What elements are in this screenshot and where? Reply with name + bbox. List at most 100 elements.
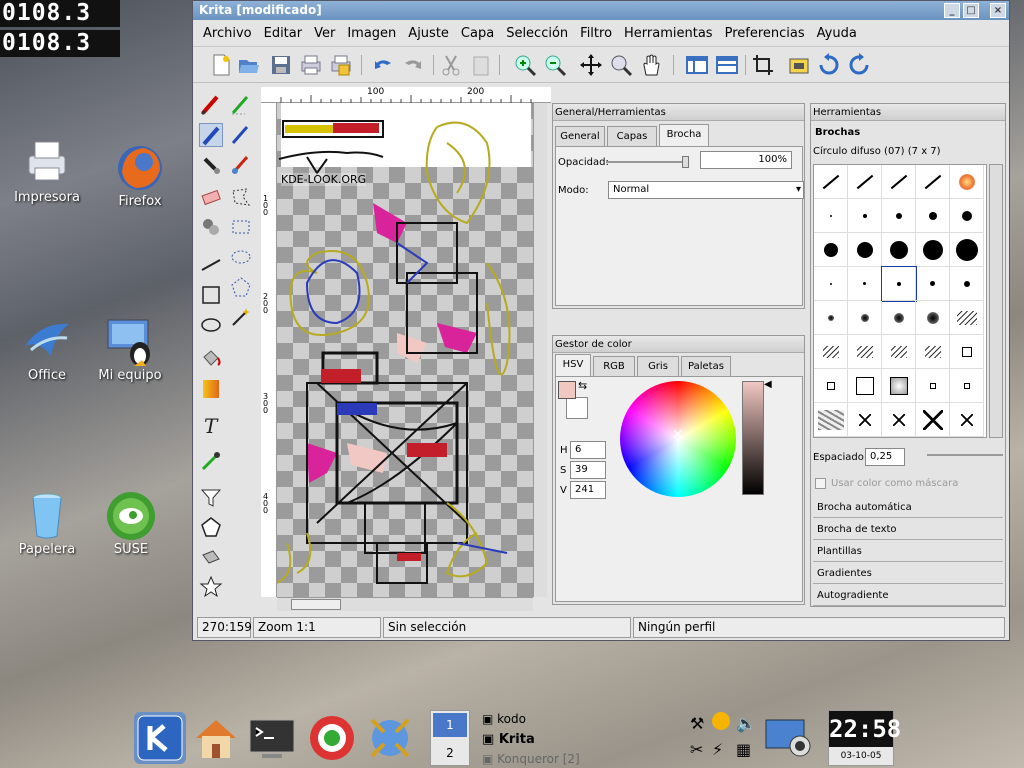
brush-cell[interactable] [848, 165, 882, 199]
tab-hsv[interactable]: HSV [555, 354, 591, 376]
volume-icon[interactable]: 🔈 [736, 714, 756, 733]
brush-cell[interactable] [950, 335, 984, 369]
screenshot-icon[interactable] [762, 712, 814, 764]
accordion-plantillas[interactable]: Plantillas [813, 542, 1003, 562]
color-picker-icon[interactable] [199, 449, 223, 473]
pager-desktop-1[interactable]: 1 [433, 713, 467, 737]
zoom-in-icon[interactable] [513, 53, 537, 77]
gradient-icon[interactable] [199, 377, 223, 401]
accordion-brocha-automatica[interactable]: Brocha automática [813, 498, 1003, 518]
menu-ver[interactable]: Ver [308, 26, 341, 41]
rect-select-icon[interactable] [229, 215, 253, 239]
kde-menu-icon[interactable] [134, 712, 186, 764]
brush-cell[interactable] [848, 369, 882, 403]
brush-cell[interactable] [882, 369, 916, 403]
save-icon[interactable] [269, 53, 293, 77]
brush-cell[interactable] [814, 301, 848, 335]
layout-horizontal-icon[interactable] [715, 53, 739, 77]
brush-cell[interactable] [848, 301, 882, 335]
text-tool-icon[interactable]: T [199, 413, 223, 438]
brush-cell[interactable] [882, 335, 916, 369]
move-icon[interactable] [579, 53, 603, 77]
polygon-select-2-icon[interactable] [229, 275, 253, 299]
rotate-ccw-icon[interactable] [817, 53, 841, 77]
brush-cell[interactable] [916, 335, 950, 369]
s-input[interactable]: 39 [570, 461, 606, 479]
opacity-slider[interactable] [606, 156, 689, 168]
ellipse-select-icon[interactable] [229, 245, 253, 269]
tray-monitor-icon[interactable]: ▦ [736, 740, 751, 759]
desktop-icon-computer[interactable]: Mi equipo [90, 316, 170, 383]
brush-cell[interactable] [882, 301, 916, 335]
taskbar-clock[interactable]: 22:58 03-10-05 [828, 710, 901, 766]
tray-klipper-icon[interactable]: ✂ [690, 740, 703, 759]
use-color-mask-checkbox[interactable] [815, 478, 826, 489]
brush-cell[interactable] [950, 233, 984, 267]
brush-cell[interactable] [882, 233, 916, 267]
menu-ayuda[interactable]: Ayuda [811, 26, 863, 41]
star-icon[interactable] [199, 575, 223, 599]
desktop-icon-office[interactable]: Office [7, 316, 87, 383]
brush-cell[interactable] [814, 369, 848, 403]
fill-bucket-icon[interactable] [199, 347, 223, 371]
brush-cell[interactable] [814, 267, 848, 301]
brush-cell[interactable] [814, 403, 848, 437]
image-properties-icon[interactable] [787, 53, 811, 77]
brush-cell[interactable] [848, 335, 882, 369]
brush-cell[interactable] [814, 165, 848, 199]
pen-blue-icon[interactable] [229, 123, 253, 147]
opacity-slider-thumb[interactable] [682, 156, 689, 168]
brush-cell[interactable] [881, 266, 917, 302]
h-input[interactable]: 6 [570, 441, 606, 459]
brush-cell[interactable] [950, 369, 984, 403]
close-button[interactable]: × [990, 3, 1006, 18]
spacing-slider[interactable] [927, 454, 1003, 456]
brush-cell[interactable] [950, 403, 984, 437]
brush-cell[interactable] [814, 233, 848, 267]
brush-grid[interactable] [813, 164, 987, 438]
canvas-view[interactable]: 100 200 1 0 0 2 0 0 3 0 0 4 0 0 KDE-LOOK… [261, 87, 551, 617]
accordion-gradientes[interactable]: Gradientes [813, 564, 1003, 584]
opacity-input[interactable]: 100% [700, 151, 792, 169]
vertical-scrollbar[interactable] [533, 103, 547, 597]
terminal-icon[interactable] [246, 712, 298, 764]
drawing-canvas[interactable]: KDE-LOOK.ORG [277, 103, 533, 597]
foreground-color-swatch[interactable] [558, 381, 576, 399]
home-icon[interactable] [190, 712, 242, 764]
crop-icon[interactable] [751, 53, 775, 77]
brush-cell[interactable] [882, 165, 916, 199]
brush-cell[interactable] [814, 335, 848, 369]
line-icon[interactable] [199, 253, 223, 277]
tab-capas[interactable]: Capas [607, 126, 657, 146]
brush-cell[interactable] [882, 403, 916, 437]
pen-green-icon[interactable] [229, 93, 253, 117]
magic-wand-icon[interactable] [229, 305, 253, 329]
print-icon[interactable] [299, 53, 323, 77]
brush-grid-scrollbar[interactable] [989, 164, 1003, 438]
tab-brocha[interactable]: Brocha [659, 124, 709, 146]
menu-seleccion[interactable]: Selección [500, 26, 574, 41]
accordion-brocha-texto[interactable]: Brocha de texto [813, 520, 1003, 540]
polygon-select-icon[interactable] [229, 185, 253, 209]
swap-colors-icon[interactable]: ⇆ [578, 379, 587, 392]
brush-cell[interactable] [916, 301, 950, 335]
cut-icon[interactable] [439, 53, 463, 77]
brush-cell[interactable] [916, 403, 950, 437]
brush-cell[interactable] [848, 233, 882, 267]
brush-cell[interactable] [950, 199, 984, 233]
brush-cell[interactable] [950, 267, 984, 301]
zoom-tool-icon[interactable] [609, 53, 633, 77]
task-item-active[interactable]: ▣ Krita [482, 732, 535, 750]
brush-cell[interactable] [916, 233, 950, 267]
rectangle-icon[interactable] [199, 283, 223, 307]
brush-cell[interactable] [848, 403, 882, 437]
mode-select[interactable]: Normal ▾ [608, 181, 804, 199]
tab-general[interactable]: General [555, 126, 605, 146]
new-file-icon[interactable] [209, 53, 233, 77]
eraser-icon[interactable] [199, 185, 223, 209]
brush-cell[interactable] [916, 199, 950, 233]
redo-icon[interactable] [401, 53, 425, 77]
tray-tool-icon[interactable]: ⚒ [690, 714, 704, 733]
tray-sun-icon[interactable] [712, 712, 730, 730]
brush-cell[interactable] [950, 301, 984, 335]
